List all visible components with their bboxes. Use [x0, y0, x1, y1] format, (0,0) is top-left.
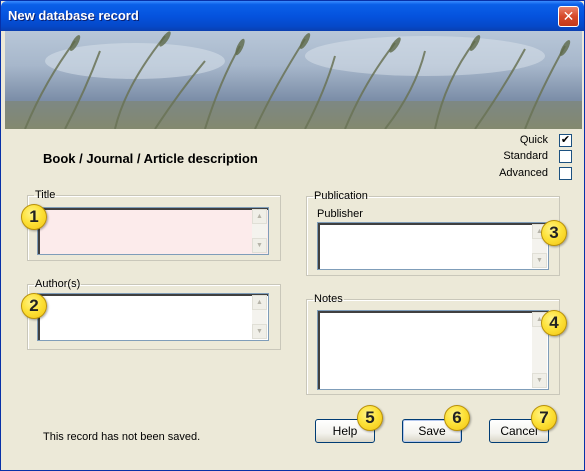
grass-photo — [5, 31, 582, 129]
mode-standard-checkbox[interactable] — [559, 150, 572, 163]
mode-quick[interactable]: Quick ✔ — [452, 134, 572, 148]
authors-scrollbar[interactable]: ▲ ▼ — [252, 295, 267, 339]
form-heading: Book / Journal / Article description — [43, 151, 258, 166]
scroll-down-icon[interactable]: ▼ — [532, 373, 547, 388]
notes-input[interactable]: ▲ ▼ — [317, 310, 549, 390]
callout-badge-6: 6 — [444, 405, 470, 431]
dialog-window: New database record ✕ Book / Journal / A… — [0, 0, 585, 471]
mode-quick-label: Quick — [519, 134, 548, 146]
title-input[interactable]: ▲ ▼ — [37, 207, 269, 255]
scroll-up-icon[interactable]: ▲ — [252, 209, 267, 224]
callout-badge-7: 7 — [531, 405, 557, 431]
scroll-down-icon[interactable]: ▼ — [252, 238, 267, 253]
close-icon: ✕ — [562, 8, 575, 24]
callout-badge-3: 3 — [541, 220, 567, 246]
scroll-down-icon[interactable]: ▼ — [532, 253, 547, 268]
mode-standard-label: Standard — [503, 150, 548, 162]
publication-group-legend: Publication — [314, 190, 368, 202]
window-title: New database record — [8, 8, 139, 23]
authors-group-legend: Author(s) — [35, 278, 81, 290]
title-group-legend: Title — [35, 189, 56, 201]
callout-badge-5: 5 — [357, 405, 383, 431]
mode-advanced-checkbox[interactable] — [559, 167, 572, 180]
publisher-label: Publisher — [317, 208, 363, 220]
save-status-text: This record has not been saved. — [43, 431, 201, 443]
notes-group-legend: Notes — [314, 293, 343, 305]
callout-badge-1: 1 — [21, 204, 47, 230]
mode-advanced-label: Advanced — [499, 167, 548, 179]
mode-advanced[interactable]: Advanced — [452, 167, 572, 181]
scroll-down-icon[interactable]: ▼ — [252, 324, 267, 339]
callout-badge-2: 2 — [21, 293, 47, 319]
authors-input[interactable]: ▲ ▼ — [37, 293, 269, 341]
publisher-input[interactable]: ▲ ▼ — [317, 222, 549, 270]
header-banner-image — [5, 31, 582, 129]
callout-badge-4: 4 — [541, 310, 567, 336]
mode-standard[interactable]: Standard — [452, 150, 572, 164]
close-button[interactable]: ✕ — [558, 6, 579, 27]
title-scrollbar[interactable]: ▲ ▼ — [252, 209, 267, 253]
mode-quick-checkbox[interactable]: ✔ — [559, 134, 572, 147]
title-bar[interactable]: New database record ✕ — [1, 1, 584, 31]
scroll-up-icon[interactable]: ▲ — [252, 295, 267, 310]
